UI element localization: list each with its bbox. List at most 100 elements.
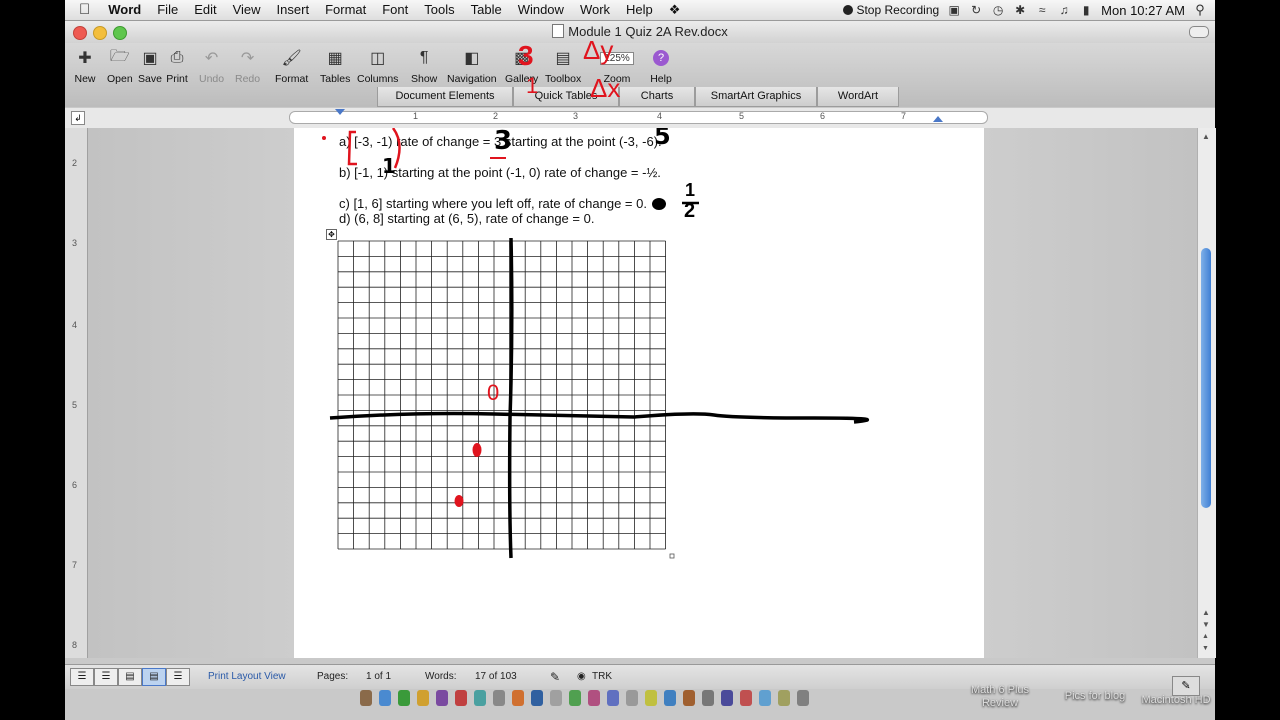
spelling-check-icon[interactable]: ✎ (550, 665, 560, 689)
time-machine-icon[interactable]: ◷ (991, 3, 1005, 17)
document-canvas[interactable]: a) [-3, -1) rate of change = 3 starting … (88, 128, 1197, 658)
dock-app-icon[interactable] (759, 690, 771, 706)
stop-recording-item[interactable]: Stop Recording (843, 3, 939, 17)
tab-smartart-graphics[interactable]: SmartArt Graphics (695, 87, 817, 107)
desktop-item-math-review[interactable]: Math 6 Plus Review (964, 684, 1036, 710)
tab-wordart[interactable]: WordArt (817, 87, 899, 107)
scroll-up-top-icon[interactable]: ▲ (1202, 132, 1210, 141)
table-resize-handle-icon[interactable] (669, 553, 675, 559)
dock-app-icon[interactable] (645, 690, 657, 706)
dock-app-icon[interactable] (626, 690, 638, 706)
print-label: Print (166, 73, 188, 85)
vertical-ruler[interactable]: 2 3 4 5 6 7 8 (65, 128, 88, 658)
desktop-item-pics-for-blog[interactable]: Pics for blog (1056, 690, 1134, 702)
dock-app-icon[interactable] (360, 690, 372, 706)
dock-app-icon[interactable] (436, 690, 448, 706)
tab-charts[interactable]: Charts (619, 87, 695, 107)
dock-app-icon[interactable] (550, 690, 562, 706)
menu-clock[interactable]: Mon 10:27 AM (1101, 3, 1185, 18)
pages-value: 1 of 1 (366, 671, 392, 682)
prev-page-icon[interactable]: ▲ (1202, 633, 1209, 640)
dock-app-icon[interactable] (474, 690, 486, 706)
draft-view-icon[interactable]: ☰ (70, 668, 94, 686)
dock-app-icon[interactable] (740, 690, 752, 706)
dock-app-icon[interactable] (379, 690, 391, 706)
undo-button[interactable]: ↶ Undo (199, 47, 224, 85)
vertical-scrollbar[interactable]: ▲ ▲ ▼ ▲ ▼ (1197, 128, 1216, 658)
right-indent-marker-icon[interactable] (933, 116, 943, 122)
menu-tools[interactable]: Tools (416, 0, 462, 20)
columns-button[interactable]: ◫ Columns (357, 47, 398, 85)
close-window-icon[interactable] (73, 26, 87, 40)
outline-view-icon[interactable]: ☰ (94, 668, 118, 686)
dock-app-icon[interactable] (588, 690, 600, 706)
menu-file[interactable]: File (149, 0, 186, 20)
status-app-icon[interactable]: ▣ (947, 3, 961, 17)
print-button[interactable]: ⎙ Print (165, 47, 189, 85)
dock-app-icon[interactable] (417, 690, 429, 706)
tab-stop-selector-icon[interactable]: ↲ (71, 111, 85, 125)
menu-insert[interactable]: Insert (269, 0, 318, 20)
toolbar-toggle-button[interactable] (1189, 26, 1209, 38)
menu-app-word[interactable]: Word (100, 0, 149, 20)
save-button[interactable]: ▣ Save (138, 47, 162, 85)
scroll-up-icon[interactable]: ▲ (1202, 608, 1210, 617)
redo-button[interactable]: ↷ Redo (235, 47, 260, 85)
redo-icon: ↷ (240, 50, 255, 67)
menu-font[interactable]: Font (374, 0, 416, 20)
sync-icon[interactable]: ↻ (969, 3, 983, 17)
dock-app-icon[interactable] (797, 690, 809, 706)
menu-help[interactable]: Help (618, 0, 661, 20)
horizontal-ruler[interactable]: ↲ 1 2 3 4 5 6 7 (65, 108, 1215, 129)
wifi-icon[interactable]: ≈ (1035, 3, 1049, 17)
menu-work[interactable]: Work (572, 0, 618, 20)
vruler-number: 5 (72, 400, 78, 410)
dock-app-icon[interactable] (531, 690, 543, 706)
dock-app-icon[interactable] (778, 690, 790, 706)
scrollbar-thumb[interactable] (1201, 248, 1211, 508)
show-button[interactable]: ¶ Show (411, 47, 437, 85)
zoom-window-icon[interactable] (113, 26, 127, 40)
dock-app-icon[interactable] (683, 690, 695, 706)
open-button[interactable]: 🗁 Open (107, 47, 133, 86)
dock-app-icon[interactable] (398, 690, 410, 706)
dock-app-icon[interactable] (607, 690, 619, 706)
tables-button[interactable]: ▦ Tables (320, 47, 350, 85)
dock-app-icon[interactable] (664, 690, 676, 706)
dock-app-icon[interactable] (455, 690, 467, 706)
battery-icon[interactable]: ▮ (1079, 3, 1093, 17)
scroll-down-icon[interactable]: ▼ (1202, 620, 1210, 629)
script-menu-icon[interactable]: ❖ (661, 0, 689, 20)
format-painter-button[interactable]: 🖌 Format (275, 47, 308, 85)
track-changes-icon[interactable]: ◉ (577, 665, 586, 689)
document-page[interactable]: a) [-3, -1) rate of change = 3 starting … (294, 128, 984, 658)
dock-app-icon[interactable] (493, 690, 505, 706)
dock-app-icon[interactable] (721, 690, 733, 706)
dock-app-icon[interactable] (702, 690, 714, 706)
help-button[interactable]: ? Help (649, 47, 673, 85)
paintbrush-icon: 🖌 (281, 50, 302, 67)
minimize-window-icon[interactable] (93, 26, 107, 40)
menu-table[interactable]: Table (463, 0, 510, 20)
menu-view[interactable]: View (225, 0, 269, 20)
tab-document-elements[interactable]: Document Elements (377, 87, 513, 107)
navigation-button[interactable]: ◧ Navigation (447, 47, 497, 85)
dock-app-icon[interactable] (569, 690, 581, 706)
notebook-view-icon[interactable]: ☰ (166, 668, 190, 686)
menu-format[interactable]: Format (317, 0, 374, 20)
trk-label[interactable]: TRK (592, 665, 612, 689)
spotlight-search-icon[interactable]: ⚲ (1193, 3, 1207, 17)
indent-marker-icon[interactable] (335, 109, 345, 115)
volume-icon[interactable]: ♫ (1057, 3, 1071, 17)
print-layout-view-icon[interactable]: ▤ (142, 668, 166, 686)
new-button[interactable]: ✚ New (73, 47, 97, 85)
menu-edit[interactable]: Edit (186, 0, 224, 20)
bluetooth-icon[interactable]: ✱ (1013, 3, 1027, 17)
dock-app-icon[interactable] (512, 690, 524, 706)
menu-window[interactable]: Window (510, 0, 572, 20)
next-page-icon[interactable]: ▼ (1202, 645, 1209, 652)
apple-menu-icon[interactable]:  (65, 0, 100, 20)
toolbox-button[interactable]: ▤ Toolbox (545, 47, 581, 85)
publishing-view-icon[interactable]: ▤ (118, 668, 142, 686)
screenshot-desktop-icon[interactable]: ✎ (1172, 676, 1200, 696)
